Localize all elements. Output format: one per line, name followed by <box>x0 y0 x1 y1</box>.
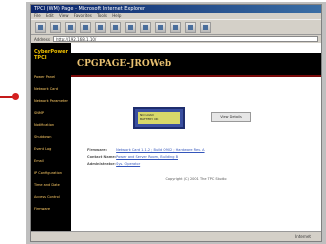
ups-front-panel-image[interactable]: NO LOAD BATTERY OK <box>133 107 185 129</box>
sidebar-item-access-control[interactable]: Access Control <box>34 195 68 200</box>
sidebar: CyberPower TPCI Power Panel Network Card… <box>31 43 71 231</box>
menu-view[interactable]: View <box>59 13 69 18</box>
info-label: Administrator: <box>87 162 116 166</box>
browser-window: TPCI (WM) Page - Microsoft Internet Expl… <box>30 4 322 242</box>
stop-button[interactable] <box>65 21 76 33</box>
menu-edit[interactable]: Edit <box>46 13 54 18</box>
forward-icon <box>53 24 58 30</box>
info-value-link[interactable]: Sys. Operator <box>116 162 140 166</box>
home-button[interactable] <box>95 21 106 33</box>
discuss-icon <box>203 24 208 30</box>
mail-icon <box>158 24 163 30</box>
toolbar <box>31 19 321 35</box>
page-title: CPGPAGE-JROWeb <box>77 59 172 69</box>
sidebar-item-notification[interactable]: Notification <box>34 123 68 128</box>
window-title: TPCI (WM) Page - Microsoft Internet Expl… <box>31 5 321 13</box>
info-row-admin: Administrator: Sys. Operator <box>87 162 307 167</box>
info-row-contact: Contact Name: Power and Server Room, Bui… <box>87 155 307 160</box>
sidebar-item-shutdown[interactable]: Shutdown <box>34 135 68 140</box>
address-input[interactable]: http://192.168.1.10/ <box>52 36 318 42</box>
sidebar-item-snmp[interactable]: SNMP <box>34 111 68 116</box>
favorites-button[interactable] <box>125 21 136 33</box>
search-button[interactable] <box>110 21 121 33</box>
refresh-button[interactable] <box>80 21 91 33</box>
info-value-link[interactable]: Power and Server Room, Building B <box>116 155 178 159</box>
menu-favorites[interactable]: Favorites <box>74 13 92 18</box>
star-icon <box>128 24 133 30</box>
edit-icon <box>188 24 193 30</box>
sidebar-item-network-card[interactable]: Network Card <box>34 87 68 92</box>
copyright-text: Copyright (C) 2001 The TPC Studio <box>165 177 227 181</box>
callout-dot <box>12 93 19 100</box>
logo-line-2: TPCI <box>34 55 47 61</box>
lcd-display: NO LOAD BATTERY OK <box>138 112 180 124</box>
discuss-button[interactable] <box>200 21 211 33</box>
lcd-line-2: BATTERY OK <box>140 117 159 121</box>
view-details-button[interactable]: View Details <box>211 112 251 122</box>
page-content: CyberPower TPCI Power Panel Network Card… <box>31 43 321 231</box>
history-icon <box>143 24 148 30</box>
refresh-icon <box>83 24 88 30</box>
info-value-link[interactable]: Network Card 1.1.2 ; Build 0902 ; Hardwa… <box>116 148 204 152</box>
sidebar-item-power-panel[interactable]: Power Panel <box>34 75 68 80</box>
page-header: CPGPAGE-JROWeb <box>71 53 321 75</box>
mail-button[interactable] <box>155 21 166 33</box>
sidebar-item-event-log[interactable]: Event Log <box>34 147 68 152</box>
status-bar: Internet <box>31 231 321 241</box>
sidebar-item-network-parameters[interactable]: Network Parameters <box>34 99 68 104</box>
info-label: Contact Name: <box>87 155 117 159</box>
address-label: Address <box>34 36 50 42</box>
address-bar: Address http://192.168.1.10/ <box>31 35 321 43</box>
main-area: NO LOAD BATTERY OK View Details Firmware… <box>71 77 321 231</box>
sidebar-item-firmware[interactable]: Firmware <box>34 207 68 212</box>
history-button[interactable] <box>140 21 151 33</box>
edit-button[interactable] <box>185 21 196 33</box>
info-row-firmware: Firmware: Network Card 1.1.2 ; Build 090… <box>87 148 307 153</box>
menu-file[interactable]: File <box>34 13 41 18</box>
printer-icon <box>173 24 178 30</box>
forward-button[interactable] <box>50 21 61 33</box>
back-button[interactable] <box>35 21 46 33</box>
menu-tools[interactable]: Tools <box>97 13 107 18</box>
info-label: Firmware: <box>87 148 108 152</box>
status-zone: Internet <box>295 234 311 239</box>
stop-icon <box>68 24 73 30</box>
back-icon <box>38 24 43 30</box>
sidebar-item-email[interactable]: Email <box>34 159 68 164</box>
home-icon <box>98 24 103 30</box>
sidebar-item-time-date[interactable]: Time and Date <box>34 183 68 188</box>
print-button[interactable] <box>170 21 181 33</box>
menu-help[interactable]: Help <box>112 13 121 18</box>
brand-logo: CyberPower TPCI <box>34 49 68 63</box>
sidebar-item-ip-config[interactable]: IP Configuration <box>34 171 68 176</box>
search-icon <box>113 24 118 30</box>
